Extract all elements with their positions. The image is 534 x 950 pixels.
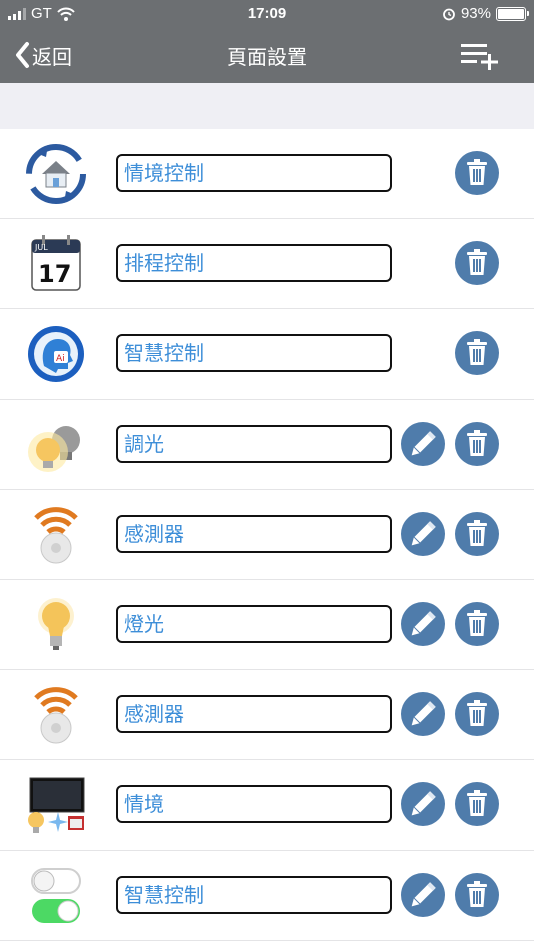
delete-button[interactable] [455,782,499,827]
status-right: 93% [442,5,529,22]
edit-button[interactable] [401,511,445,556]
list-item[interactable]: 情境控制 [0,129,534,220]
light-bulb-icon [22,592,90,658]
list-add-icon [461,44,498,70]
edit-button[interactable] [401,782,445,827]
page-name-field[interactable]: 情境 [116,785,392,824]
list-item[interactable]: 感測器 [0,670,534,761]
edit-button[interactable] [401,692,445,737]
delete-button[interactable] [455,511,499,556]
pencil-icon [411,881,436,906]
list-item[interactable]: Ai 智慧控制 [0,309,534,400]
pencil-icon [411,430,436,455]
delete-button[interactable] [455,421,499,466]
page-name-field[interactable]: 感測器 [116,514,392,553]
page-name-field[interactable]: 燈光 [116,604,392,643]
list-item[interactable]: 智慧控制 [0,851,534,941]
pencil-icon [411,611,436,636]
scene-house-icon [22,141,90,207]
delete-button[interactable] [455,331,499,376]
sensor-icon [22,502,90,568]
dimmer-bulbs-icon [22,412,90,478]
calendar-icon: JUL 17 [22,231,90,297]
sensor-icon [22,682,90,748]
battery-icon [496,6,529,21]
delete-button[interactable] [455,872,499,917]
pencil-icon [411,701,436,726]
nav-bar: 返回 頁面設置 [0,28,534,83]
trash-icon [467,519,487,546]
edit-button[interactable] [401,872,445,917]
list-item[interactable]: 感測器 [0,490,534,580]
trash-icon [467,880,487,907]
delete-button[interactable] [455,241,499,286]
list-item[interactable]: 調光 [0,400,534,490]
list-item[interactable]: JUL 17 排程控制 [0,219,534,310]
page-name-field[interactable]: 感測器 [116,695,392,734]
status-bar: GT 17:09 93% [0,0,534,28]
page-name-field[interactable]: 情境控制 [116,154,392,192]
alarm-icon [443,8,455,20]
svg-text:JUL: JUL [34,243,48,252]
trash-icon [467,700,487,727]
page-name-field[interactable]: 調光 [116,424,392,463]
svg-text:Ai: Ai [56,354,65,364]
battery-percent: 93% [460,5,491,22]
tv-scene-icon [22,772,90,838]
delete-button[interactable] [455,692,499,737]
trash-icon [467,249,487,276]
delete-button[interactable] [455,151,499,195]
page-name-field[interactable]: 智慧控制 [116,334,392,373]
list-item[interactable]: 情境 [0,760,534,851]
pencil-icon [411,791,436,816]
svg-text:17: 17 [38,260,71,288]
section-spacer [0,83,534,129]
add-item-button[interactable] [460,42,500,70]
page-name-field[interactable]: 排程控制 [116,244,392,283]
ai-head-icon: Ai [22,321,90,387]
trash-icon [467,159,487,185]
pencil-icon [411,521,436,546]
edit-button[interactable] [401,601,445,646]
trash-icon [467,790,487,817]
toggle-switches-icon [22,863,90,929]
page-list: 情境控制 JUL 17 排程控制 Ai 智慧控制 調光 感測器 燈光 感測器 情境 智慧控制 [0,129,534,941]
trash-icon [467,609,487,636]
trash-icon [467,429,487,456]
trash-icon [467,339,487,366]
delete-button[interactable] [455,601,499,646]
list-item[interactable]: 燈光 [0,580,534,671]
edit-button[interactable] [401,421,445,466]
page-title: 頁面設置 [227,45,307,69]
page-name-field[interactable]: 智慧控制 [116,875,392,914]
